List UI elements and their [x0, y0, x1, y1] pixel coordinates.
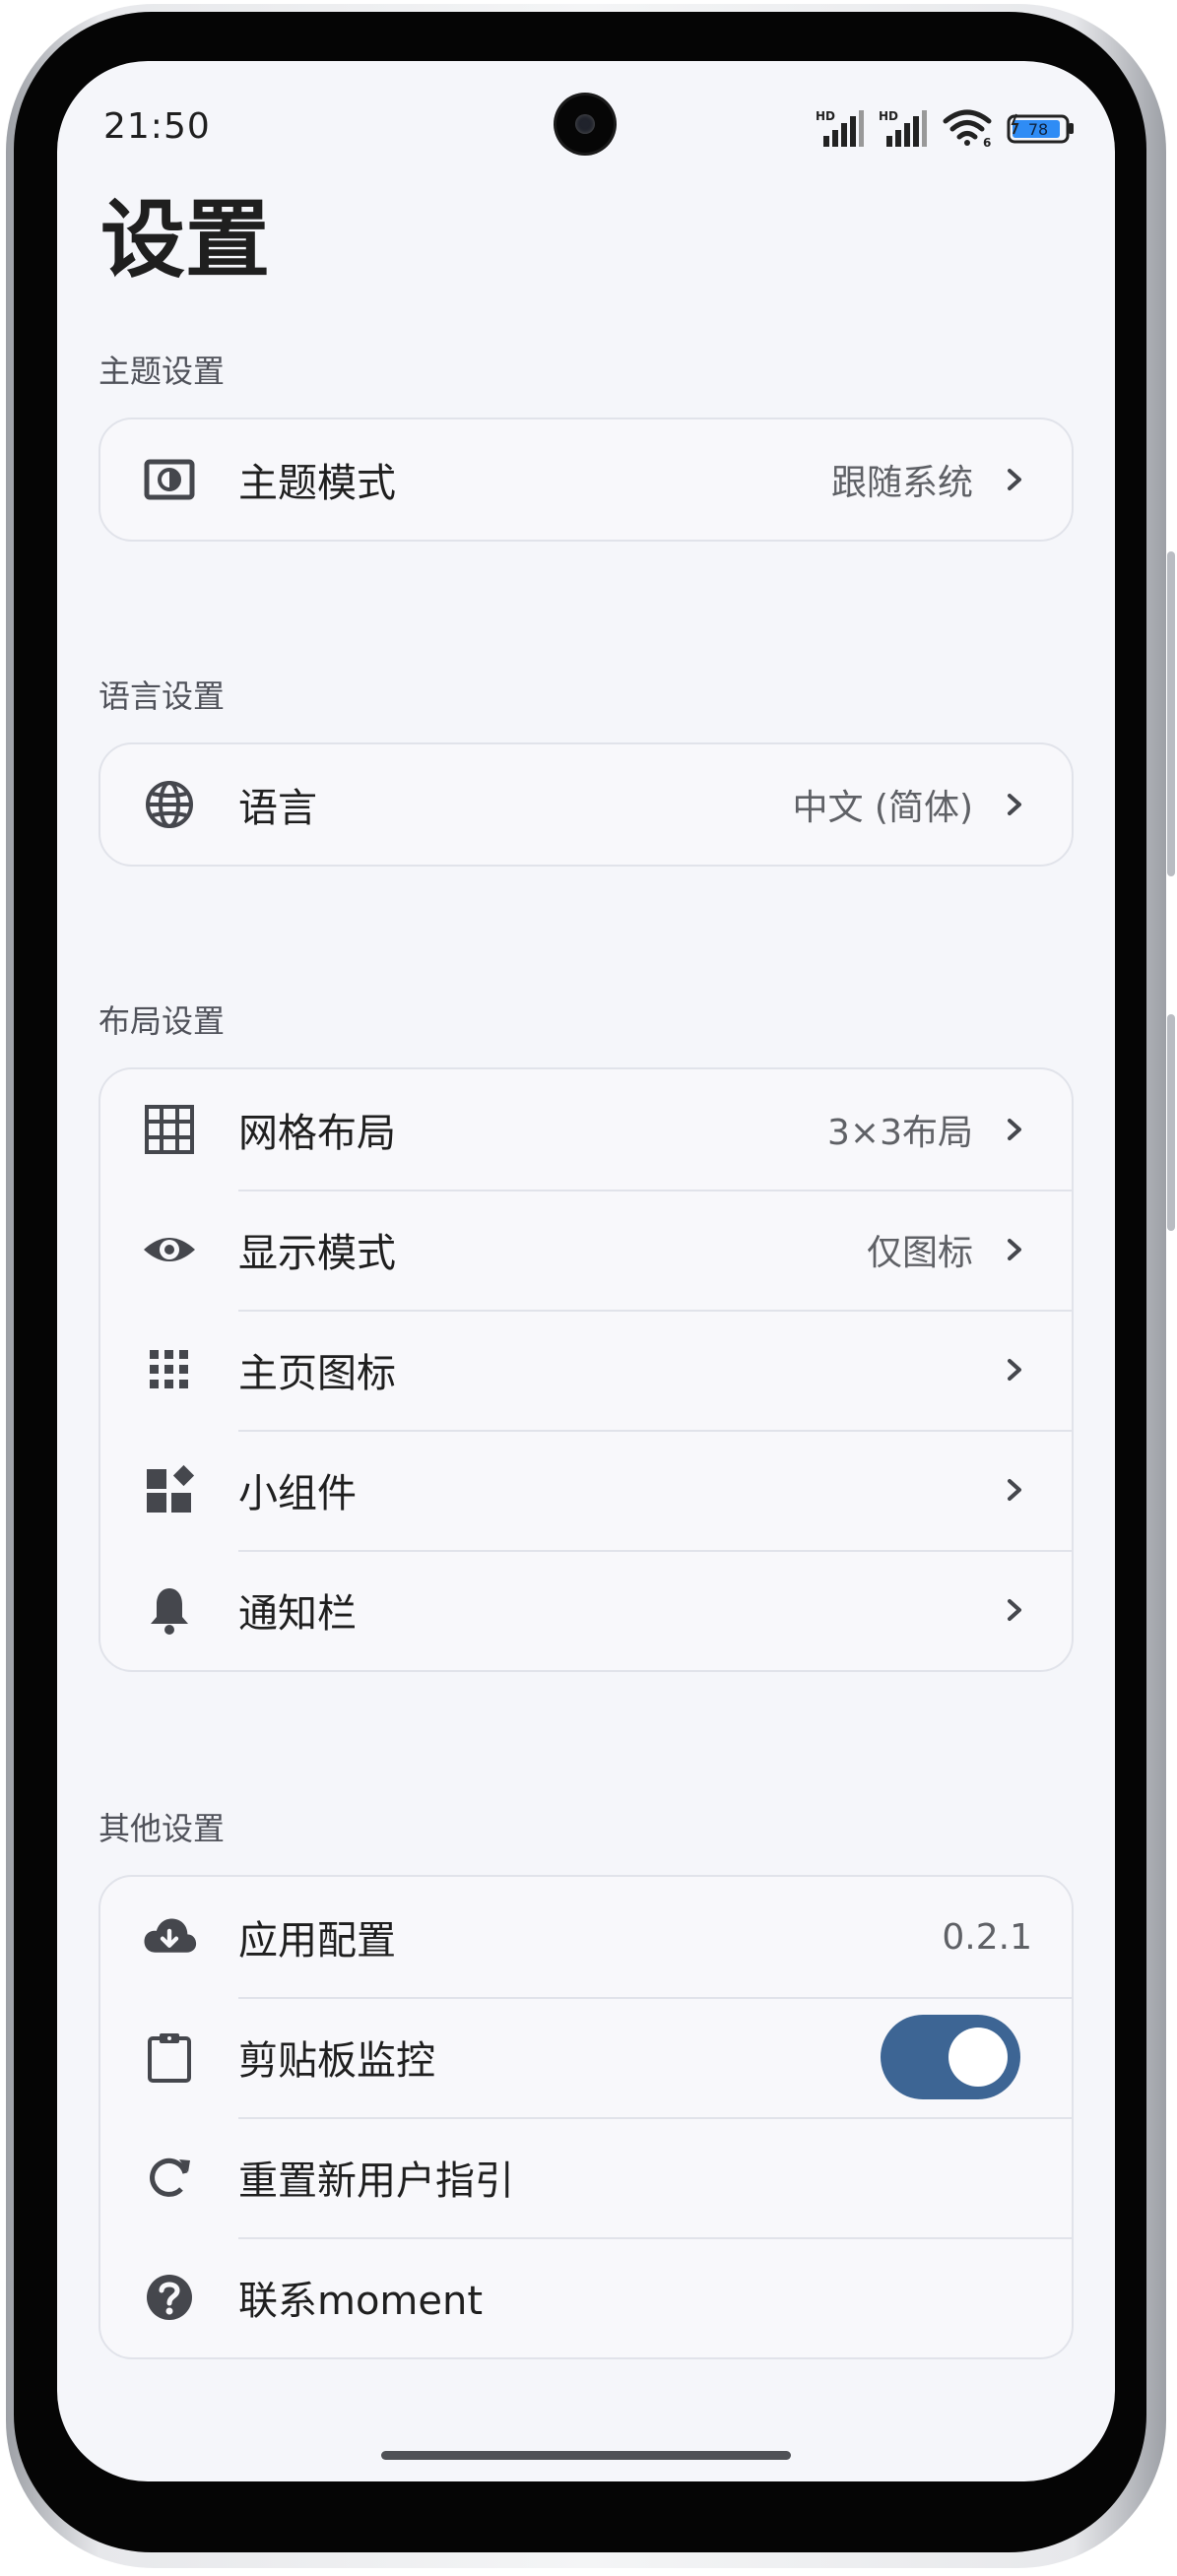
notification-bar-label: 通知栏 — [238, 1591, 357, 1637]
language-value: 中文 (简体) — [792, 788, 973, 828]
grid-icon — [142, 1102, 197, 1157]
chevron-right-icon — [1001, 1356, 1028, 1384]
battery-level: 78 — [1028, 120, 1048, 139]
language-row[interactable]: 语言 中文 (简体) — [100, 744, 1072, 865]
chevron-right-icon — [1001, 791, 1028, 818]
toggle-knob — [948, 2028, 1008, 2087]
cellular-signal-icon-2: HD — [879, 109, 927, 147]
apps-icon — [142, 1342, 197, 1397]
chevron-right-icon — [1001, 466, 1028, 493]
language-settings-card: 语言 中文 (简体) — [98, 742, 1074, 867]
section-label-language: 语言设置 — [98, 677, 226, 715]
clipboard-monitor-label: 剪贴板监控 — [238, 2038, 435, 2084]
app-config-label: 应用配置 — [238, 1918, 396, 1964]
reset-guide-label: 重置新用户指引 — [238, 2158, 514, 2204]
help-icon — [142, 2270, 197, 2325]
refresh-icon — [142, 2150, 197, 2205]
volume-button — [1167, 551, 1175, 876]
section-label-other: 其他设置 — [98, 1810, 226, 1847]
home-indicator[interactable] — [381, 2451, 791, 2460]
chevron-right-icon — [1001, 1236, 1028, 1263]
settings-screen: 21:50 HD HD 6 78 设置 主题设置 主题模式 跟随系统 语言设置 … — [57, 61, 1115, 2481]
clipboard-monitor-row[interactable]: 剪贴板监控 — [100, 1997, 1072, 2117]
battery-icon: 78 — [1007, 113, 1074, 144]
other-settings-card: 应用配置 0.2.1 剪贴板监控 重置新用户指引 联系moment — [98, 1875, 1074, 2359]
language-label: 语言 — [238, 786, 317, 831]
signal-2-label: HD — [879, 109, 898, 123]
widgets-icon — [142, 1462, 197, 1517]
display-mode-row[interactable]: 显示模式 仅图标 — [100, 1190, 1072, 1310]
theme-settings-card: 主题模式 跟随系统 — [98, 418, 1074, 542]
wifi-icon: 6 — [943, 109, 992, 148]
theme-mode-icon — [142, 452, 197, 507]
notification-bar-row[interactable]: 通知栏 — [100, 1550, 1072, 1670]
widgets-label: 小组件 — [238, 1471, 357, 1516]
widgets-row[interactable]: 小组件 — [100, 1430, 1072, 1550]
theme-mode-value: 跟随系统 — [830, 463, 973, 503]
clipboard-icon — [142, 2029, 197, 2085]
grid-layout-label: 网格布局 — [238, 1111, 396, 1156]
section-label-theme: 主题设置 — [98, 353, 226, 390]
chevron-right-icon — [1001, 1476, 1028, 1504]
home-icons-row[interactable]: 主页图标 — [100, 1310, 1072, 1430]
display-mode-value: 仅图标 — [866, 1233, 973, 1273]
layout-settings-card: 网格布局 3×3布局 显示模式 仅图标 主页图标 小组件 通知栏 — [98, 1067, 1074, 1672]
cloud-download-icon — [142, 1909, 197, 1964]
eye-icon — [142, 1222, 197, 1277]
status-icons: HD HD 6 78 — [816, 108, 1076, 148]
home-icons-label: 主页图标 — [238, 1351, 396, 1396]
contact-row[interactable]: 联系moment — [100, 2237, 1072, 2357]
front-camera — [556, 96, 614, 153]
chevron-right-icon — [1001, 1596, 1028, 1624]
grid-layout-value: 3×3布局 — [827, 1113, 973, 1153]
chevron-right-icon — [1001, 1116, 1028, 1143]
status-time: 21:50 — [103, 106, 211, 147]
contact-label: 联系moment — [238, 2279, 484, 2324]
cellular-signal-icon-1: HD — [816, 109, 864, 147]
status-bar: 21:50 HD HD 6 78 — [57, 61, 1115, 185]
grid-layout-row[interactable]: 网格布局 3×3布局 — [100, 1069, 1072, 1190]
app-config-row[interactable]: 应用配置 0.2.1 — [100, 1877, 1072, 1997]
theme-mode-label: 主题模式 — [238, 461, 396, 506]
page-title: 设置 — [100, 191, 270, 290]
bell-icon — [142, 1582, 197, 1638]
signal-1-label: HD — [816, 109, 835, 123]
reset-guide-row[interactable]: 重置新用户指引 — [100, 2117, 1072, 2237]
app-config-version: 0.2.1 — [942, 1916, 1032, 1958]
power-button — [1167, 1014, 1175, 1231]
section-label-layout: 布局设置 — [98, 1002, 226, 1040]
theme-mode-row[interactable]: 主题模式 跟随系统 — [100, 419, 1072, 540]
wifi-sub-label: 6 — [983, 136, 991, 148]
clipboard-monitor-toggle[interactable] — [881, 2015, 1020, 2099]
display-mode-label: 显示模式 — [238, 1231, 396, 1276]
globe-icon — [142, 777, 197, 832]
